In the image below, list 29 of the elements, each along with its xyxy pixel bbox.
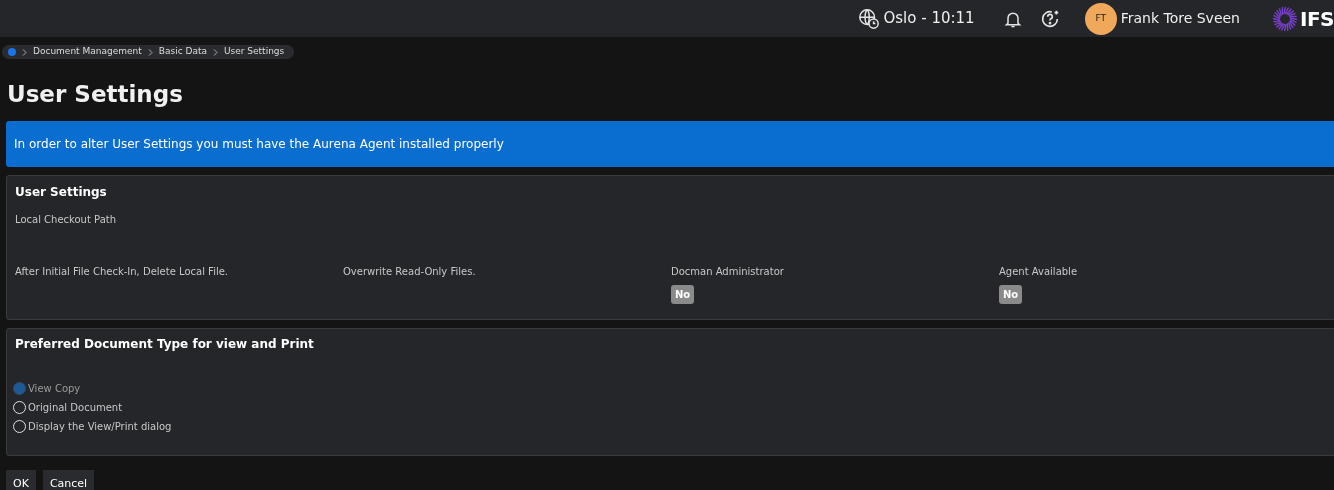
chevron-icon (147, 48, 153, 56)
user-avatar[interactable]: FT (1084, 2, 1117, 35)
info-banner: In order to alter User Settings you must have the Aurena Agent installed properly (6, 121, 1334, 167)
breadcrumb-link[interactable]: Document Management (33, 45, 142, 59)
value-badge: No (999, 285, 1023, 304)
user-name[interactable]: Frank Tore Sveen (1120, 8, 1240, 29)
field-label: Overwrite Read-Only Files. (343, 265, 476, 279)
dialog-button[interactable]: Cancel (42, 470, 95, 490)
dialog-button[interactable]: OK (6, 470, 36, 490)
page-title: User Settings (7, 80, 184, 109)
section-title: Preferred Document Type for view and Print (15, 336, 315, 353)
location-time: Oslo - 10:11 (883, 8, 975, 30)
field-label: After Initial File Check-In, Delete Local File. (15, 265, 228, 279)
breadcrumb-link[interactable]: User Settings (223, 45, 285, 59)
breadcrumb-link[interactable]: Basic Data (158, 45, 207, 59)
field-label: Agent Available (999, 265, 1078, 279)
radio-button[interactable] (13, 382, 26, 395)
field-label: Docman Administrator (671, 265, 784, 279)
value-badge: No (671, 285, 695, 304)
field-label: Local Checkout Path (15, 213, 118, 227)
chevron-icon (22, 48, 27, 56)
starburst-logo-icon (1272, 5, 1298, 32)
section-title: User Settings (15, 184, 108, 201)
radio-label: Display the View/Print dialog (28, 420, 172, 434)
radio-label: Original Document (28, 401, 123, 415)
chevron-icon (212, 48, 218, 56)
globe-clock-icon[interactable] (857, 7, 880, 30)
radio-label: View Copy (28, 382, 81, 396)
logo-text: IFS (1300, 5, 1334, 33)
